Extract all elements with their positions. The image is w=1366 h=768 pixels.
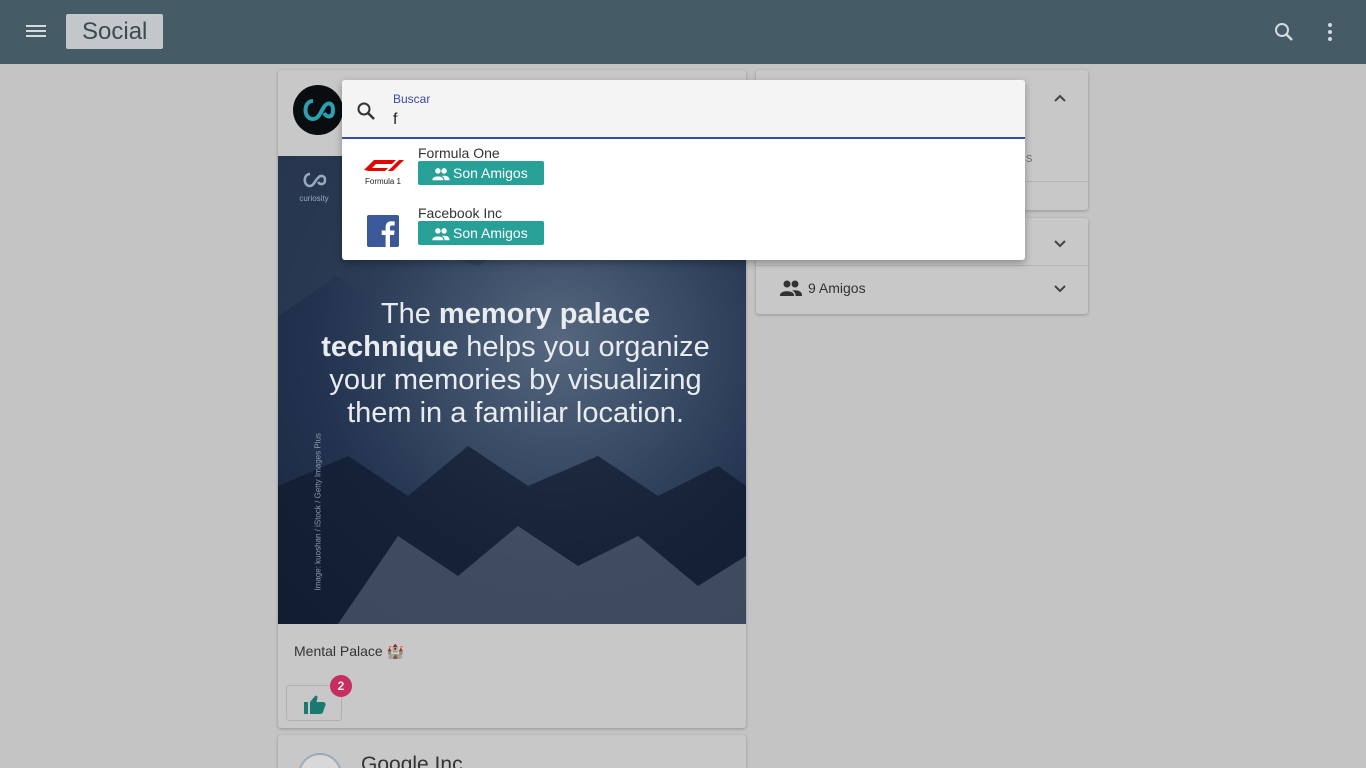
friends-status-button[interactable]: Son Amigos: [418, 161, 544, 185]
search-result-item[interactable]: Formula 1 Formula One Son Amigos: [342, 142, 1025, 202]
search-input[interactable]: [393, 109, 993, 131]
chevron-up-icon[interactable]: [1052, 90, 1068, 106]
post-caption: Mental Palace 🏰: [294, 643, 405, 659]
post-author-name[interactable]: Google Inc: [361, 753, 463, 768]
search-icon: [357, 102, 375, 120]
brand-name: curiosity: [299, 194, 329, 203]
more-vert-icon[interactable]: [1318, 20, 1342, 44]
like-count-badge: 2: [330, 675, 352, 697]
author-avatar[interactable]: [298, 753, 342, 768]
facebook-logo: [367, 215, 399, 247]
people-icon: [780, 280, 802, 296]
formula1-logo: Formula 1: [364, 160, 404, 186]
search-panel: Buscar Formula 1 Formula One Son Amigos …: [342, 80, 1025, 260]
thumb-up-icon: [304, 695, 326, 714]
chevron-down-icon: [1054, 285, 1066, 293]
curiosity-brand: curiosity: [294, 168, 334, 203]
card-snippet-text: s: [1026, 150, 1033, 165]
friends-count-label: 9 Amigos: [808, 280, 866, 296]
svg-text:Formula 1: Formula 1: [365, 177, 402, 186]
search-label: Buscar: [393, 92, 431, 106]
search-result-item[interactable]: Facebook Inc Son Amigos: [342, 202, 1025, 260]
friends-status-label: Son Amigos: [453, 225, 528, 241]
app-title[interactable]: Social: [66, 14, 164, 49]
menu-icon[interactable]: [24, 22, 48, 42]
search-icon[interactable]: [1272, 20, 1296, 44]
top-app-bar: Social: [0, 0, 1366, 64]
friends-status-button[interactable]: Son Amigos: [418, 221, 544, 245]
people-icon: [432, 228, 450, 241]
friends-expander[interactable]: 9 Amigos: [756, 266, 1088, 314]
headline-prefix: The: [380, 298, 439, 330]
result-name: Facebook Inc: [418, 205, 503, 221]
result-name: Formula One: [418, 145, 500, 161]
people-icon: [432, 168, 450, 181]
chevron-down-icon[interactable]: [1052, 235, 1068, 251]
post-card: Google Inc: [278, 735, 746, 768]
search-field[interactable]: Buscar: [342, 80, 1025, 139]
image-credit: Image: kuoshan / iStock / Getty Images P…: [313, 433, 323, 591]
image-headline: The memory palace technique helps you or…: [318, 298, 713, 430]
author-avatar[interactable]: [293, 85, 343, 135]
friends-status-label: Son Amigos: [453, 165, 528, 181]
